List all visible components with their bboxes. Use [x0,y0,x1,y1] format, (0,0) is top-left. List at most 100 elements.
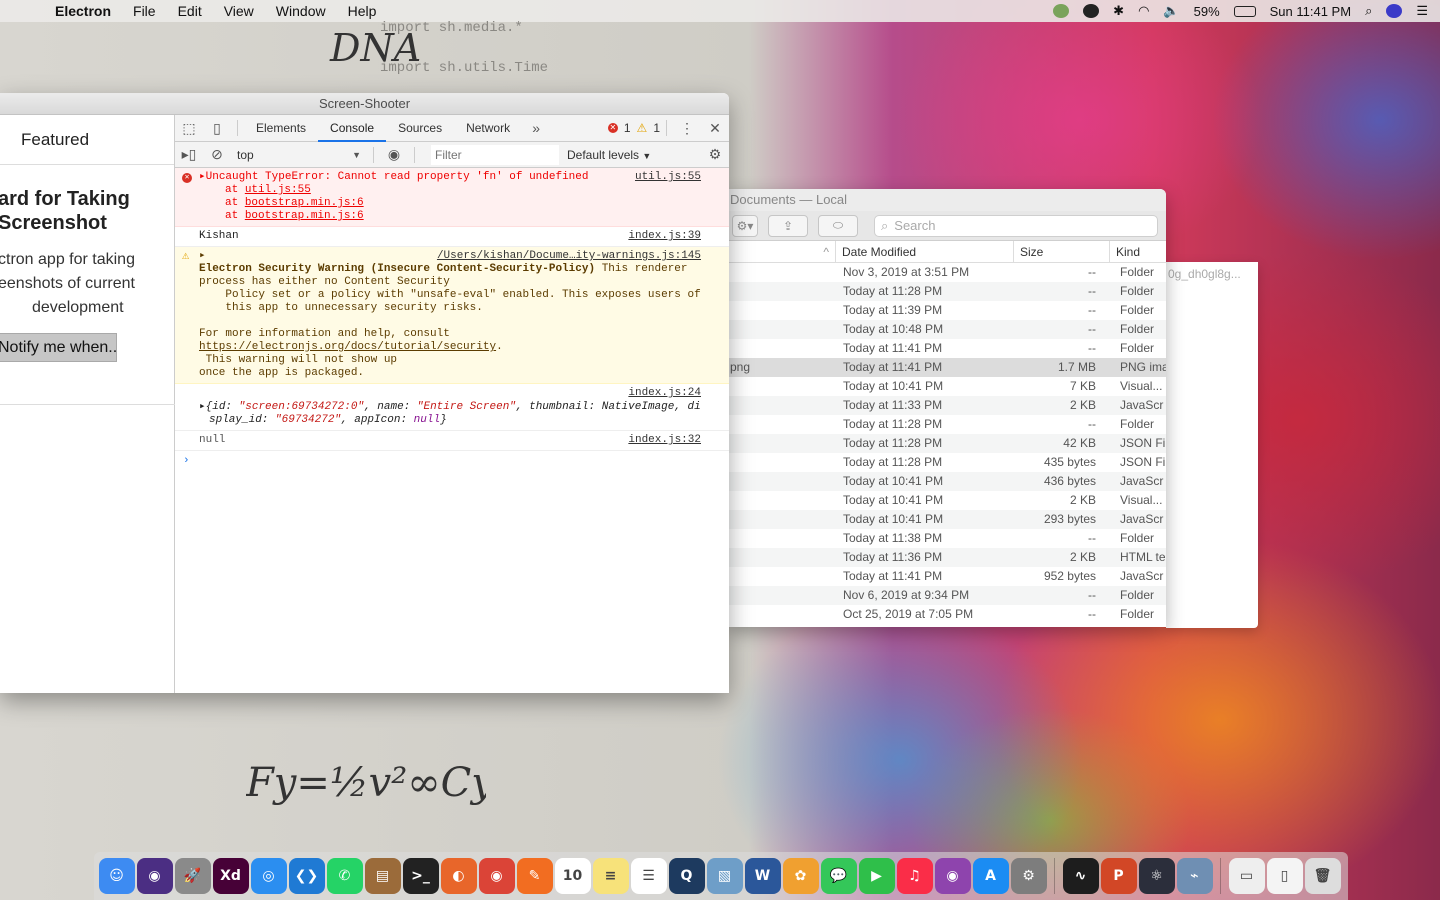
finder-window-behind[interactable] [1166,262,1258,628]
dock-preview-icon[interactable]: ▧ [706,858,743,894]
kebab-menu-icon[interactable]: ⋮ [673,120,701,137]
dock-sketch-icon[interactable]: ✎ [516,858,553,894]
object-preview[interactable]: ▸{id: "screen:69734272:0", name: "Entire… [199,401,705,414]
siri-icon[interactable] [1386,4,1403,18]
dock-notes-icon[interactable]: ≡ [592,858,629,894]
file-row[interactable]: Today at 10:41 PM 293 bytes JavaScr [728,510,1166,529]
electron-window[interactable]: Screen-Shooter Featured ard for Taking S… [0,93,729,693]
tab-console[interactable]: Console [318,115,387,142]
menu-edit[interactable]: Edit [167,3,213,19]
notify-me-button[interactable]: Notify me when.. [0,333,117,362]
finder-search-field[interactable]: ⌕ Search [874,214,1158,237]
file-row[interactable]: Today at 11:39 PM -- Folder [728,301,1166,320]
tab-elements[interactable]: Elements [244,115,318,142]
date-column-header[interactable]: Date Modified [836,241,1014,262]
issues-counter[interactable]: ✕ 1 ⚠ 1 [607,121,660,135]
dock-adobe-xd-icon[interactable]: Xd [212,858,249,894]
dock-launchpad-icon[interactable]: 🚀 [174,858,211,894]
message-source-link[interactable]: index.js:24 [628,387,701,400]
message-source-link[interactable]: /Users/kishan/Docume…ity-warnings.js:145 [437,250,701,263]
kind-column-header[interactable]: Kind [1110,241,1166,262]
message-source-link[interactable]: util.js:55 [635,171,701,184]
wifi-icon[interactable]: ◠ [1138,3,1149,19]
dock-activity-monitor-icon[interactable]: ∿ [1062,858,1099,894]
dock-firefox-icon[interactable]: ◐ [440,858,477,894]
context-select[interactable]: top ▼ [231,145,367,165]
share-button[interactable]: ⇪ [768,214,808,237]
dock-finder-icon[interactable]: ☺ [98,858,135,894]
console-error-message[interactable]: ✕ util.js:55 ▸Uncaught TypeError: Cannot… [175,168,729,227]
stack-frame-link[interactable]: bootstrap.min.js:6 [245,197,364,209]
dock-network-utility-icon[interactable]: ⌁ [1176,858,1213,894]
file-row[interactable]: Today at 10:48 PM -- Folder [728,320,1166,339]
clear-console-icon[interactable]: ⊘ [203,146,231,163]
console-prompt-input[interactable]: › [175,451,729,472]
file-row[interactable]: Today at 11:28 PM -- Folder [728,415,1166,434]
dock-terminal-icon[interactable]: >_ [402,858,439,894]
tab-network[interactable]: Network [454,115,522,142]
console-log-message[interactable]: index.js:32 null [175,431,729,451]
close-devtools-icon[interactable]: ✕ [701,120,729,137]
console-filter-input[interactable] [431,144,559,165]
menu-file[interactable]: File [122,3,167,19]
dock-photos-icon[interactable]: ✿ [782,858,819,894]
status-app-icon[interactable] [1053,4,1070,18]
file-row[interactable]: Today at 11:36 PM 2 KB HTML te [728,548,1166,567]
dock-messages-icon[interactable]: 💬 [820,858,857,894]
size-column-header[interactable]: Size [1014,241,1110,262]
file-row[interactable]: Oct 25, 2019 at 7:05 PM -- Folder [728,605,1166,624]
menu-view[interactable]: View [213,3,265,19]
dock-notebook-icon[interactable]: ▤ [364,858,401,894]
dock-trash-icon[interactable]: 🗑 [1304,858,1341,894]
dock-documents-stack-icon[interactable]: ▯ [1266,858,1303,894]
dock-calendar-icon[interactable]: 10 [554,858,591,894]
dock-app-store-icon[interactable]: A [972,858,1009,894]
file-row[interactable]: Today at 11:28 PM -- Folder [728,282,1166,301]
console-settings-gear-icon[interactable]: ⚙ [701,146,729,163]
stack-frame-link[interactable]: bootstrap.min.js:6 [245,210,364,222]
security-docs-link[interactable]: https://electronjs.org/docs/tutorial/sec… [199,341,496,353]
message-source-link[interactable]: index.js:39 [628,230,701,243]
dock-music-icon[interactable]: ♫ [896,858,933,894]
file-row[interactable]: Today at 10:41 PM 436 bytes JavaScr [728,472,1166,491]
dock-whatsapp-icon[interactable]: ✆ [326,858,363,894]
menu-help[interactable]: Help [337,3,388,19]
console-log-message[interactable]: index.js:39 Kishan [175,227,729,247]
file-row[interactable]: Nov 3, 2019 at 3:51 PM -- Folder [728,263,1166,282]
file-row[interactable]: Today at 11:41 PM -- Folder [728,339,1166,358]
file-row[interactable]: Nov 6, 2019 at 9:34 PM -- Folder [728,586,1166,605]
live-expression-eye-icon[interactable]: ◉ [380,146,408,163]
clock[interactable]: Sun 11:41 PM [1270,4,1351,19]
file-row[interactable]: Today at 11:38 PM -- Folder [728,529,1166,548]
dock-vscode-icon[interactable]: ❮❯ [288,858,325,894]
finder-window[interactable]: Documents — Local ⚙▾ ⇪ ⬭ ⌕ Search ^ Date… [728,189,1166,627]
device-toolbar-icon[interactable]: ▯ [203,120,231,137]
file-row[interactable]: Today at 10:41 PM 2 KB Visual... [728,491,1166,510]
dock-safari-icon[interactable]: ◎ [250,858,287,894]
nav-featured[interactable]: Featured [0,115,174,165]
dock-reminders-icon[interactable]: ☰ [630,858,667,894]
file-row[interactable]: png Today at 11:41 PM 1.7 MB PNG ima [728,358,1166,377]
menu-window[interactable]: Window [265,3,337,19]
dock-powerpoint-icon[interactable]: P [1100,858,1137,894]
console-object-message[interactable]: index.js:24 ▸{id: "screen:69734272:0", n… [175,384,729,431]
dock-siri-icon[interactable]: ◉ [136,858,173,894]
volume-icon[interactable]: 🔈 [1163,3,1179,19]
notification-center-icon[interactable]: ☰ [1416,3,1428,19]
battery-icon[interactable] [1233,5,1256,17]
dock-quicktime-icon[interactable]: Q [668,858,705,894]
show-sidebar-icon[interactable]: ▸▯ [175,146,203,163]
file-row[interactable]: Today at 11:41 PM 952 bytes JavaScr [728,567,1166,586]
bluetooth-icon[interactable]: ✱ [1113,3,1124,19]
dock-electron-icon[interactable]: ⚛ [1138,858,1175,894]
inspect-element-icon[interactable]: ⬚ [175,120,203,137]
tab-sources[interactable]: Sources [386,115,454,142]
menu-app-name[interactable]: Electron [44,3,122,19]
dock-facetime-icon[interactable]: ▶ [858,858,895,894]
action-menu-button[interactable]: ⚙▾ [732,214,758,237]
more-tabs-icon[interactable]: » [522,120,550,136]
file-row[interactable]: Today at 11:28 PM 435 bytes JSON Fi [728,453,1166,472]
dock-word-icon[interactable]: W [744,858,781,894]
dock-chrome-icon[interactable]: ◉ [478,858,515,894]
console-warning-message[interactable]: ⚠ /Users/kishan/Docume…ity-warnings.js:1… [175,247,729,384]
